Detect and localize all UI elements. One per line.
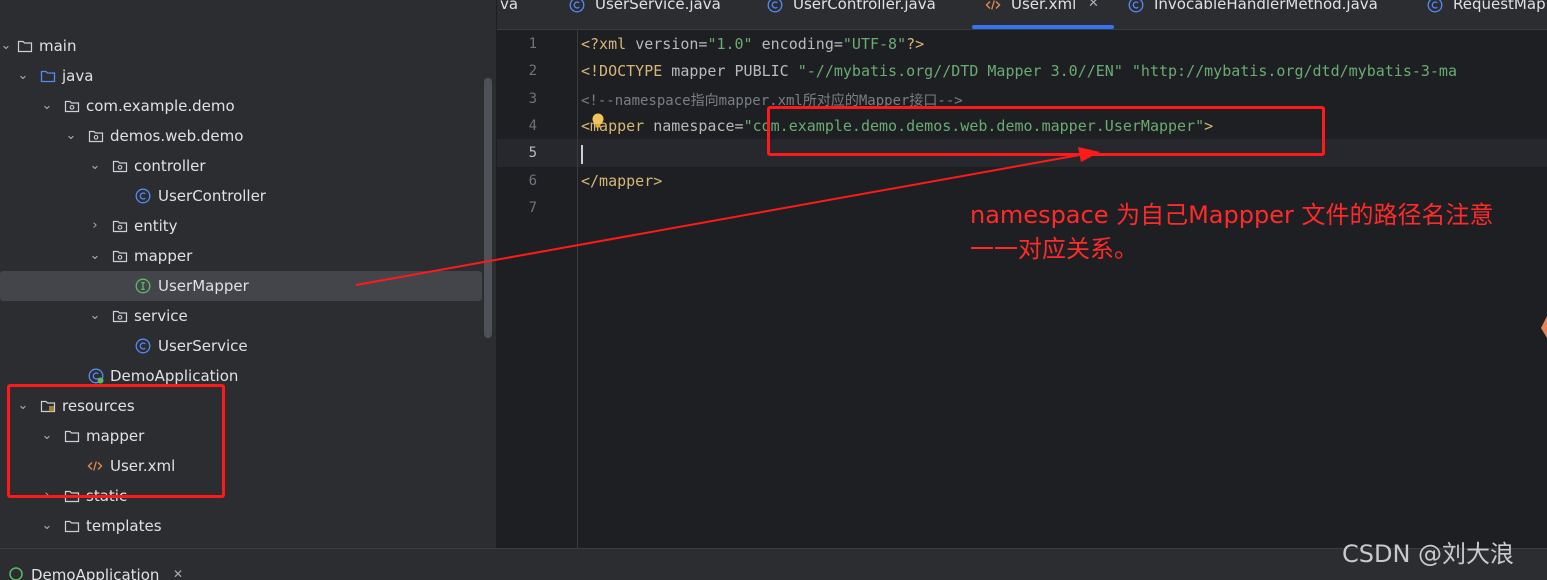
- annotation-note: namespace 为自己Mappper 文件的路径名注意 一一对应关系。: [970, 198, 1540, 266]
- annotation-arrow: [355, 147, 1547, 338]
- annotation-text: namespace 为自己Mappper 文件的路径名注意: [970, 201, 1494, 229]
- annotation-text: 一一对应关系。: [970, 235, 1138, 263]
- csdn-watermark: CSDN @刘大浪: [1342, 540, 1515, 568]
